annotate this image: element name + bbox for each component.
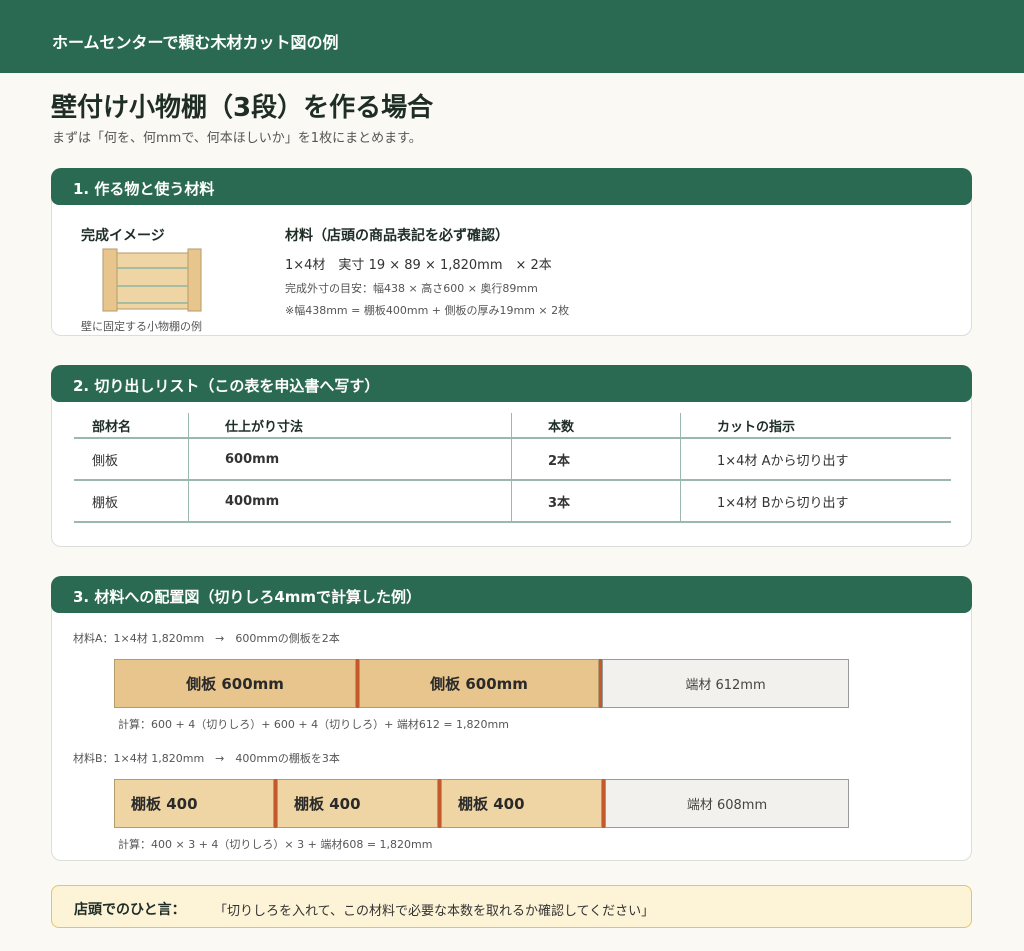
board-b-piece-1: 棚板 400 xyxy=(114,779,274,828)
cut-list-table: 部材名 仕上がり寸法 本数 カットの指示 側板 600mm 2本 1×4材 Aか… xyxy=(74,413,951,523)
section-layout-heading: 3. 材料への配置図（切りしろ4mmで計算した例） xyxy=(73,588,422,606)
cell-instruction: 1×4材 Aから切り出す xyxy=(680,438,951,481)
board-a-label: 材料A：1×4材 1,820mm → 600mmの側板を2本 xyxy=(73,632,340,645)
section-materials: 1. 作る物と使う材料 完成イメージ 壁に固定する小物棚の例 材料（店頭の商品表… xyxy=(51,168,972,336)
site-title: ホームセンターで頼む木材カット図の例 xyxy=(52,33,339,52)
cell-part: 棚板 xyxy=(74,480,189,523)
store-tip: 店頭でのひと言： 「切りしろを入れて、この材料で必要な本数を取れるか確認してくだ… xyxy=(51,885,972,928)
board-b-label: 材料B：1×4材 1,820mm → 400mmの棚板を3本 xyxy=(73,752,340,765)
material-title: 材料（店頭の商品表記を必ず確認） xyxy=(285,228,509,244)
board-b-piece-3: 棚板 400 xyxy=(441,779,602,828)
cell-qty: 3本 xyxy=(511,480,681,523)
cell-size: 600mm xyxy=(188,438,512,481)
tip-label: 店頭でのひと言： xyxy=(74,902,186,918)
board-a-piece-2: 側板 600mm xyxy=(359,659,599,708)
top-bar: ホームセンターで頼む木材カット図の例 xyxy=(0,0,1024,73)
width-note: ※幅438mm = 棚板400mm + 側板の厚み19mm × 2枚 xyxy=(285,304,570,317)
shelf-icon xyxy=(102,248,202,312)
image-title: 完成イメージ xyxy=(81,228,165,244)
col-finished-size: 仕上がり寸法 xyxy=(188,413,512,439)
board-b-calc: 計算：400 × 3 + 4（切りしろ）× 3 + 端材608 = 1,820m… xyxy=(118,838,433,851)
section-cut-list-heading: 2. 切り出しリスト（この表を申込書へ写す） xyxy=(73,377,380,395)
section-layout: 3. 材料への配置図（切りしろ4mmで計算した例） 材料A：1×4材 1,820… xyxy=(51,576,972,861)
board-b-piece-2: 棚板 400 xyxy=(277,779,438,828)
cell-instruction: 1×4材 Bから切り出す xyxy=(680,480,951,523)
size-note: 完成外寸の目安：幅438 × 高さ600 × 奥行89mm xyxy=(285,282,538,295)
table-header-row: 部材名 仕上がり寸法 本数 カットの指示 xyxy=(74,413,951,439)
cell-qty: 2本 xyxy=(511,438,681,481)
material-spec: 1×4材 実寸 19 × 89 × 1,820mm × 2本 xyxy=(285,258,552,273)
board-a-scrap: 端材 612mm xyxy=(602,659,849,708)
section-materials-heading: 1. 作る物と使う材料 xyxy=(73,180,215,198)
cell-size: 400mm xyxy=(188,480,512,523)
table-row: 側板 600mm 2本 1×4材 Aから切り出す xyxy=(74,438,951,481)
page-subtitle: まずは「何を、何mmで、何本ほしいか」を1枚にまとめます。 xyxy=(52,131,422,146)
section-cut-list: 2. 切り出しリスト（この表を申込書へ写す） 部材名 仕上がり寸法 本数 カット… xyxy=(51,365,972,547)
col-quantity: 本数 xyxy=(511,413,681,439)
board-a-calc: 計算：600 + 4（切りしろ）+ 600 + 4（切りしろ）+ 端材612 =… xyxy=(118,718,509,731)
col-instruction: カットの指示 xyxy=(680,413,951,439)
section-layout-header: 3. 材料への配置図（切りしろ4mmで計算した例） xyxy=(51,576,972,613)
page-title: 壁付け小物棚（3段）を作る場合 xyxy=(51,93,434,123)
table-row: 棚板 400mm 3本 1×4材 Bから切り出す xyxy=(74,480,951,523)
tip-text: 「切りしろを入れて、この材料で必要な本数を取れるか確認してください」 xyxy=(214,904,655,919)
board-a-piece-1: 側板 600mm xyxy=(114,659,356,708)
image-caption: 壁に固定する小物棚の例 xyxy=(81,320,202,333)
cell-part: 側板 xyxy=(74,438,189,481)
board-b-scrap: 端材 608mm xyxy=(605,779,849,828)
section-cut-list-header: 2. 切り出しリスト（この表を申込書へ写す） xyxy=(51,365,972,402)
col-part-name: 部材名 xyxy=(74,413,189,439)
section-materials-header: 1. 作る物と使う材料 xyxy=(51,168,972,205)
